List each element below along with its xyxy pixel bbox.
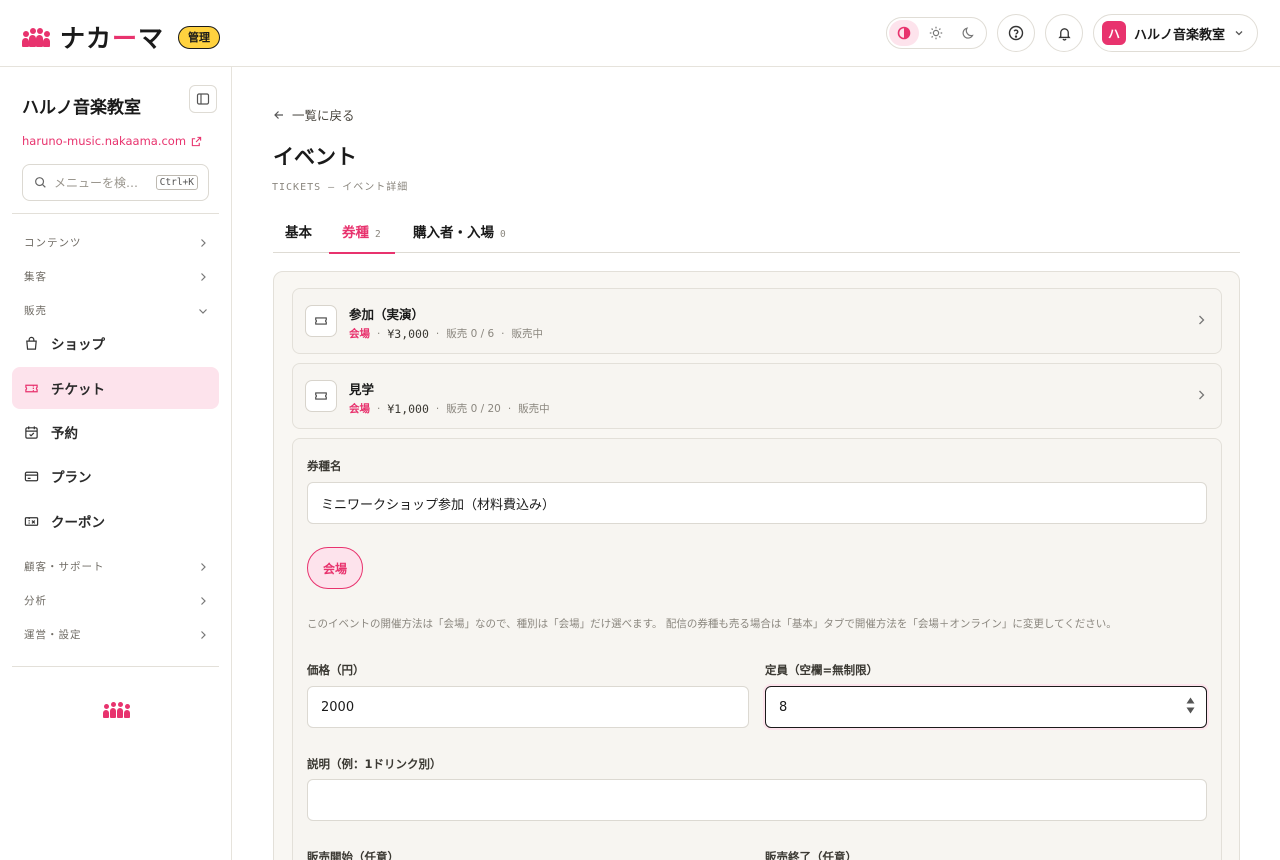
top-header: ナカーマ 管理 ハ ハルノ音楽教室 bbox=[0, 0, 1280, 67]
ticket-meta: 会場 · ¥1,000 · 販売 0 / 20 · 販売中 bbox=[349, 401, 550, 416]
ticket-icon bbox=[25, 384, 38, 392]
search-placeholder: メニューを検… bbox=[54, 176, 139, 190]
tab-bar: 基本 券種 2 購入者・入場 0 bbox=[273, 217, 1240, 254]
capacity-stepper[interactable] bbox=[1186, 697, 1195, 714]
chevron-right-icon bbox=[201, 596, 206, 605]
coupon-icon bbox=[24, 516, 39, 526]
bell-icon bbox=[1057, 27, 1071, 41]
sidebar-item-plans[interactable]: プラン bbox=[12, 455, 219, 497]
account-name: ハルノ音楽教室 bbox=[1134, 27, 1226, 43]
ticket-row[interactable]: 見学 会場 · ¥1,000 · 販売 0 / 20 · 販売中 bbox=[292, 363, 1222, 429]
help-button[interactable] bbox=[997, 14, 1035, 52]
calendar-icon bbox=[25, 425, 38, 439]
account-menu-button[interactable]: ハ ハルノ音楽教室 bbox=[1093, 14, 1258, 52]
page-title: イベント bbox=[273, 145, 357, 169]
ticket-row[interactable]: 参加（実演） 会場 · ¥3,000 · 販売 0 / 6 · 販売中 bbox=[292, 288, 1222, 354]
back-to-list-link[interactable]: 一覧に戻る bbox=[273, 105, 355, 124]
sidebar-item-coupons[interactable]: クーポン bbox=[12, 500, 219, 542]
theme-dark-button[interactable] bbox=[954, 20, 984, 46]
help-icon bbox=[1008, 25, 1024, 41]
capacity-input[interactable]: 8 bbox=[765, 686, 1207, 728]
search-icon bbox=[35, 177, 46, 188]
sidebar-brand-logo-icon bbox=[103, 700, 130, 718]
theme-light-button[interactable] bbox=[921, 20, 951, 46]
sidebar-item-reservations[interactable]: 予約 bbox=[12, 411, 219, 453]
theme-toggle bbox=[886, 17, 987, 49]
page-subtitle: TICKETS — イベント詳細 bbox=[272, 182, 409, 193]
venue-type-chip[interactable]: 会場 bbox=[307, 547, 363, 589]
price-label: 価格（円） bbox=[307, 663, 365, 677]
sidebar-item-shop[interactable]: ショップ bbox=[12, 322, 219, 364]
sidebar-group-customers[interactable]: 顧客・サポート bbox=[24, 559, 208, 574]
sidebar-group-contents[interactable]: コンテンツ bbox=[24, 235, 208, 250]
ticket-type-icon bbox=[305, 305, 337, 337]
description-input[interactable] bbox=[307, 779, 1207, 821]
capacity-label: 定員（空欄=無制限） bbox=[765, 663, 879, 677]
shop-url-text: haruno-music.nakaama.com bbox=[22, 134, 187, 148]
ticket-type-editor: 券種名 ミニワークショップ参加（材料費込み） 会場 このイベントの開催方法は「会… bbox=[292, 438, 1222, 860]
ticket-type-icon bbox=[305, 380, 337, 412]
chevron-right-icon bbox=[201, 272, 206, 281]
notifications-button[interactable] bbox=[1045, 14, 1083, 52]
theme-system-button[interactable] bbox=[889, 20, 920, 46]
shop-title: ハルノ音楽教室 bbox=[22, 98, 141, 118]
stepper-up-icon[interactable] bbox=[1186, 697, 1195, 704]
sidebar: ハルノ音楽教室 haruno-music.nakaama.com メニューを検…… bbox=[0, 67, 232, 860]
shop-url-link[interactable]: haruno-music.nakaama.com bbox=[22, 134, 202, 148]
bag-icon bbox=[26, 336, 37, 350]
chevron-down-icon bbox=[1235, 31, 1243, 36]
search-shortcut: Ctrl+K bbox=[155, 175, 198, 190]
moon-icon bbox=[962, 27, 974, 39]
brand-logo-icon bbox=[22, 27, 50, 47]
sidebar-item-tickets[interactable]: チケット bbox=[12, 367, 219, 409]
sale-start-label: 販売開始（任意） bbox=[307, 850, 399, 860]
card-icon bbox=[24, 471, 39, 481]
admin-badge: 管理 bbox=[178, 25, 221, 49]
sidebar-collapse-button[interactable] bbox=[189, 85, 217, 113]
ticket-meta: 会場 · ¥3,000 · 販売 0 / 6 · 販売中 bbox=[349, 326, 543, 341]
chevron-right-icon bbox=[201, 238, 206, 247]
sun-icon bbox=[930, 26, 943, 40]
tab-ticket-types[interactable]: 券種 2 bbox=[329, 221, 395, 254]
menu-search-input[interactable]: メニューを検… Ctrl+K bbox=[22, 164, 209, 201]
sidebar-group-sales[interactable]: 販売 bbox=[24, 303, 208, 318]
sidebar-toggle-icon bbox=[196, 93, 210, 105]
brand[interactable]: ナカーマ 管理 bbox=[22, 19, 221, 55]
description-label: 説明（例：1ドリンク別） bbox=[307, 757, 442, 771]
account-avatar: ハ bbox=[1102, 21, 1126, 45]
venue-help-text: このイベントの開催方法は「会場」なので、種別は「会場」だけ選べます。 配信の券種… bbox=[307, 618, 1117, 630]
ticket-name-label: 券種名 bbox=[307, 459, 342, 473]
arrow-left-icon bbox=[274, 110, 283, 119]
sidebar-divider bbox=[12, 213, 219, 214]
stepper-down-icon[interactable] bbox=[1186, 707, 1195, 714]
ticket-name: 見学 bbox=[349, 382, 375, 397]
chevron-right-icon bbox=[201, 630, 206, 639]
sidebar-divider bbox=[12, 666, 219, 667]
ticket-name: 参加（実演） bbox=[349, 307, 425, 322]
chevron-down-icon bbox=[199, 308, 207, 314]
ticket-types-panel: 参加（実演） 会場 · ¥3,000 · 販売 0 / 6 · 販売中 見学 会… bbox=[273, 271, 1240, 860]
chevron-right-icon bbox=[1199, 315, 1205, 325]
brand-name: ナカーマ bbox=[60, 24, 165, 53]
tab-basic[interactable]: 基本 bbox=[285, 221, 312, 253]
sale-end-label: 販売終了（任意） bbox=[765, 850, 857, 860]
sidebar-group-operations[interactable]: 運営・設定 bbox=[24, 627, 208, 642]
tab-buyers-entry[interactable]: 購入者・入場 0 bbox=[413, 221, 506, 253]
ticket-name-input[interactable]: ミニワークショップ参加（材料費込み） bbox=[307, 482, 1207, 524]
sidebar-group-analytics[interactable]: 分析 bbox=[24, 593, 208, 608]
main-content: 一覧に戻る イベント TICKETS — イベント詳細 基本 券種 2 購入者・… bbox=[232, 67, 1280, 860]
chevron-right-icon bbox=[201, 562, 206, 571]
chevron-right-icon bbox=[1199, 390, 1205, 400]
sidebar-group-marketing[interactable]: 集客 bbox=[24, 269, 208, 284]
half-circle-icon bbox=[897, 26, 911, 40]
price-input[interactable]: 2000 bbox=[307, 686, 749, 728]
external-link-icon bbox=[191, 136, 202, 146]
